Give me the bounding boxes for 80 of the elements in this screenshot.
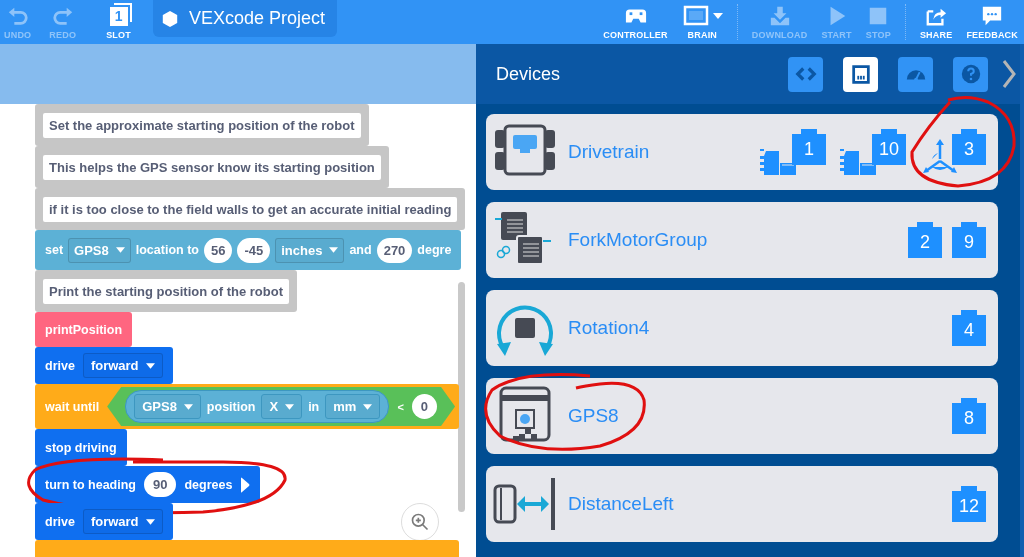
- block-label: degrees: [184, 477, 233, 492]
- dropdown[interactable]: inches: [275, 237, 345, 263]
- code-block[interactable]: drive forward: [35, 503, 173, 540]
- number-input[interactable]: 0: [411, 394, 438, 419]
- comment-field[interactable]: if it is too close to the field walls to get an accurate initial reading: [43, 196, 458, 222]
- number-input[interactable]: -45: [237, 237, 271, 263]
- caret-icon: [145, 362, 155, 369]
- share-button[interactable]: SHARE: [915, 0, 957, 44]
- project-name-field[interactable]: VEXcode Project: [152, 0, 337, 37]
- panel-tab[interactable]: [843, 56, 878, 92]
- dropdown[interactable]: GPS8: [134, 394, 201, 419]
- block-label: location to: [135, 243, 199, 257]
- caret-icon: [363, 403, 373, 410]
- block-label: in: [308, 399, 320, 414]
- redo-icon: [51, 5, 74, 27]
- brain-button[interactable]: BRAIN: [677, 0, 727, 44]
- hexagon-icon: [160, 9, 179, 28]
- device-name: Rotation4: [568, 317, 650, 339]
- block-label: stop driving: [45, 440, 117, 455]
- dropdown[interactable]: mm: [325, 394, 381, 419]
- code-block[interactable]: if it is too close to the field walls to get an accurate initial reading: [35, 188, 466, 230]
- device-card[interactable]: Rotation4 4: [486, 290, 998, 366]
- download-icon: [768, 5, 791, 27]
- comment-field[interactable]: Set the approximate starting position of the robot: [43, 112, 361, 138]
- brain-screen-icon: [681, 5, 710, 27]
- block-label: drive: [45, 358, 75, 373]
- comment-field[interactable]: This helps the GPS sensor know its starting position: [43, 154, 381, 180]
- device-name: GPS8: [568, 405, 619, 427]
- caret-icon: [183, 403, 193, 410]
- chat-icon: [981, 5, 1004, 27]
- block-label: wait until: [45, 399, 100, 414]
- block-label: degre: [417, 243, 452, 257]
- operator-label: <: [397, 400, 404, 413]
- dropdown[interactable]: forward: [82, 353, 163, 378]
- code-block[interactable]: stop driving: [35, 429, 127, 466]
- dropdown[interactable]: X: [261, 394, 303, 419]
- code-block[interactable]: Set the approximate starting position of the robot: [35, 104, 369, 146]
- device-card[interactable]: GPS8 8: [486, 378, 998, 454]
- port-icon: [849, 63, 872, 85]
- device-name: ForkMotorGroup: [568, 229, 708, 251]
- zoom-in-icon: [410, 512, 430, 532]
- device-card[interactable]: Drivetrain 1 10 3: [486, 114, 998, 190]
- zoom-in-button[interactable]: [401, 503, 439, 541]
- block-label: drive: [45, 514, 75, 529]
- number-input[interactable]: 56: [203, 237, 233, 263]
- scrollbar[interactable]: [458, 282, 465, 512]
- device-name: Drivetrain: [568, 141, 650, 163]
- controller-button[interactable]: CONTROLLER: [599, 0, 672, 44]
- dropdown[interactable]: forward: [82, 509, 163, 534]
- device-card[interactable]: ForkMotorGroup 2 9: [486, 202, 998, 278]
- code-block[interactable]: Print the starting position of the robot: [35, 270, 297, 312]
- caret-icon: [285, 403, 295, 410]
- code-block[interactable]: wait until GPS8 position X in mm < 0: [35, 384, 459, 429]
- block-label: turn to heading: [45, 477, 136, 492]
- dropdown[interactable]: GPS8: [68, 237, 131, 263]
- comment-field[interactable]: Print the starting position of the robot: [43, 278, 289, 304]
- device-name: DistanceLeft: [568, 493, 674, 515]
- caret-icon: [115, 247, 125, 253]
- caret-icon: [712, 13, 723, 19]
- number-input[interactable]: 270: [376, 237, 413, 263]
- block-label: set: [45, 243, 64, 257]
- code-block[interactable]: printPosition: [35, 312, 133, 347]
- help-icon: [959, 63, 982, 85]
- panel-title: Devices: [496, 63, 561, 85]
- code-block[interactable]: drive forward: [35, 347, 173, 384]
- block-label: and: [349, 243, 372, 257]
- slot-button[interactable]: 1 SLOT: [102, 0, 135, 44]
- code-block[interactable]: turn to heading 90 degrees: [35, 466, 261, 503]
- code-block[interactable]: set GPS8 location to 56 -45 inches and 270 degre: [35, 230, 462, 270]
- caret-icon: [145, 518, 155, 525]
- device-card[interactable]: DistanceLeft 12: [486, 466, 998, 542]
- caret-icon: [329, 247, 339, 253]
- code-block[interactable]: This helps the GPS sensor know its starting position: [35, 146, 389, 188]
- chevron-right-icon[interactable]: [1000, 58, 1018, 90]
- block-label: printPosition: [45, 322, 123, 337]
- feedback-button[interactable]: FEEDBACK: [962, 0, 1022, 44]
- block-label: position: [206, 399, 256, 414]
- number-input[interactable]: 90: [143, 472, 177, 497]
- undo-icon: [6, 5, 29, 27]
- play-icon: [240, 476, 251, 493]
